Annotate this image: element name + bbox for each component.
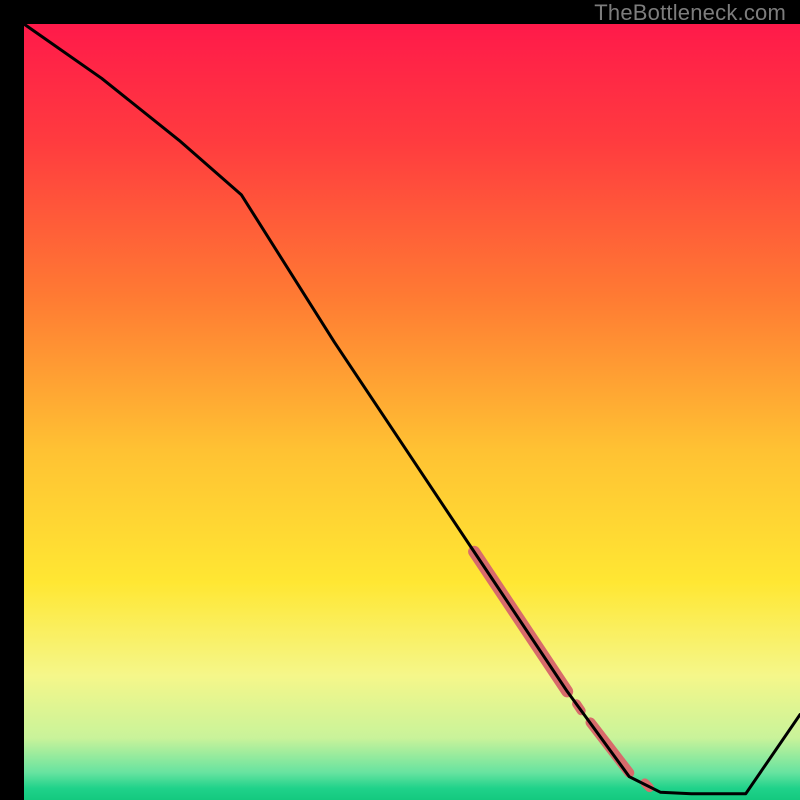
bottleneck-chart — [24, 24, 800, 800]
gradient-background — [24, 24, 800, 800]
plot-frame — [12, 12, 788, 788]
watermark-text: TheBottleneck.com — [594, 0, 786, 26]
